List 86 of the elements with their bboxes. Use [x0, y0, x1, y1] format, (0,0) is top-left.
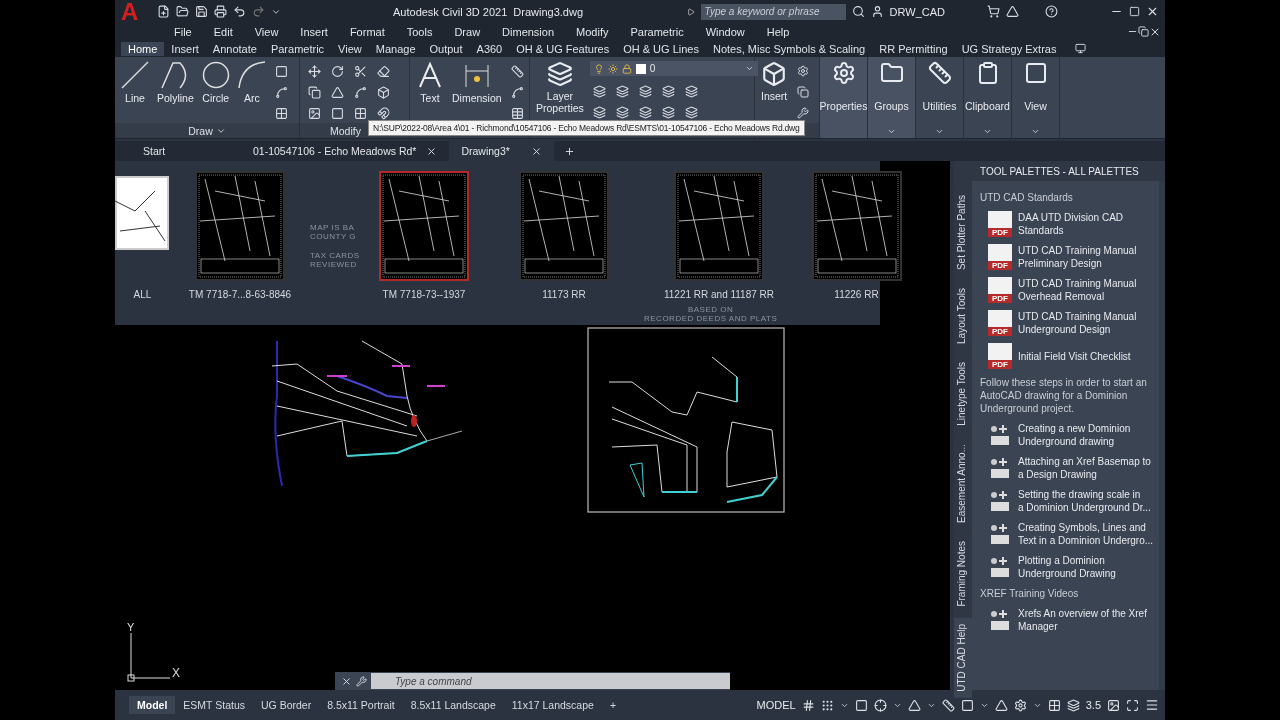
pdf-file-icon: PDF: [988, 244, 1012, 270]
layout-thumbnail-label[interactable]: ALL: [133, 289, 152, 300]
menu-item[interactable]: Tools: [395, 25, 444, 38]
ribbon-panel-button[interactable]: Clipboard: [964, 57, 1012, 138]
layout-thumbnail-label[interactable]: 11226 RR: [834, 289, 879, 300]
menu-item[interactable]: Window: [694, 25, 756, 38]
palette-tab[interactable]: UTD CAD Help: [954, 618, 972, 699]
user-name[interactable]: DRW_CAD: [889, 5, 945, 18]
pdf-file-icon: PDF: [988, 343, 1012, 369]
draw-tool-button[interactable]: Polyline: [155, 61, 196, 104]
menu-item[interactable]: View: [243, 25, 290, 38]
add-layout-tab[interactable]: +: [601, 696, 625, 714]
palette-link[interactable]: Attaching an Xref Basemap to a Design Drawing: [1018, 455, 1151, 481]
ribbon-panel-button[interactable]: Properties: [820, 57, 868, 138]
model-space-toggle[interactable]: MODEL: [756, 699, 796, 711]
layout-thumbnail-label[interactable]: 11221 RR and 11187 RR: [663, 289, 775, 300]
layer-dropdown[interactable]: 0: [589, 61, 758, 76]
palette-note: Follow these steps in order to start an AutoCAD drawing for a Dominion Underground project.: [980, 376, 1148, 415]
layout-thumbnail-label[interactable]: 11173 RR: [542, 289, 586, 300]
draw-tool-button[interactable]: Line: [119, 61, 151, 104]
ribbon-tab[interactable]: Home: [121, 41, 165, 56]
file-tab[interactable]: Drawing3*: [449, 141, 555, 161]
palette-link[interactable]: UTD CAD Training Manual Underground Design: [1018, 310, 1137, 336]
pdf-file-icon: PDF: [988, 277, 1012, 303]
palette-link[interactable]: UTD CAD Training Manual Overhead Removal: [1018, 277, 1137, 303]
app-title: Autodesk Civil 3D 2021: [393, 5, 508, 18]
command-input[interactable]: Type a command: [371, 673, 730, 689]
dimension-button[interactable]: Dimension: [450, 61, 504, 104]
menu-item[interactable]: Format: [338, 25, 396, 38]
palette-link[interactable]: Creating Symbols, Lines and Text in a Dominion Undergro...: [1018, 521, 1154, 547]
ribbon-tab[interactable]: RR Permitting: [872, 41, 955, 56]
drawing-note: BASED ON RECORDED DEEDS AND PLATS: [644, 305, 778, 323]
pdf-file-icon: PDF: [988, 211, 1012, 237]
search-field[interactable]: Type a keyword or phrase: [700, 3, 846, 20]
file-tab[interactable]: 01-10547106 - Echo Meadows Rd*: [241, 141, 450, 161]
insert-button[interactable]: Insert: [759, 61, 790, 102]
file-tab[interactable]: Start: [131, 141, 241, 161]
layout-tab[interactable]: UG Border: [253, 696, 320, 714]
menu-item[interactable]: Parametric: [619, 25, 695, 38]
annotation-scale[interactable]: 3.5: [1085, 699, 1101, 711]
ribbon-tab[interactable]: Notes, Misc Symbols & Scaling: [706, 41, 873, 56]
layout-tab[interactable]: Model: [129, 696, 176, 714]
layout-thumbnail-label[interactable]: TM 7718-73--1937: [382, 289, 466, 300]
layer-properties-button[interactable]: Layer Properties: [534, 61, 586, 114]
ribbon-tab[interactable]: Manage: [368, 41, 423, 56]
menu-item[interactable]: Edit: [202, 25, 244, 38]
menu-item[interactable]: Insert: [289, 25, 339, 38]
menu-item[interactable]: Dimension: [491, 25, 566, 38]
ribbon-tab[interactable]: OH & UG Lines: [616, 41, 706, 56]
text-button[interactable]: Text: [414, 61, 446, 104]
drawing-note: MAP IS BA COUNTY G: [310, 223, 357, 241]
panel-title[interactable]: Draw: [115, 123, 299, 138]
ribbon-tab[interactable]: Parametric: [263, 41, 332, 56]
palette-link[interactable]: Plotting a Dominion Underground Drawing: [1018, 554, 1116, 580]
palette-section-heading: XREF Training Videos: [980, 587, 1080, 600]
draw-tool-button[interactable]: Arc: [235, 61, 268, 104]
palette-link[interactable]: UTD CAD Training Manual Preliminary Design: [1018, 244, 1137, 270]
draw-tool-button[interactable]: Circle: [199, 61, 232, 104]
menu-item[interactable]: Draw: [443, 25, 492, 38]
ribbon-tab[interactable]: View: [331, 41, 369, 56]
pdf-file-icon: PDF: [988, 310, 1012, 336]
menu-item[interactable]: Modify: [565, 25, 620, 38]
drawing-note: TAX CARDS REVIEWED: [310, 251, 360, 269]
layout-tab[interactable]: 8.5x11 Landscape: [402, 696, 504, 714]
layout-tab[interactable]: 8.5x11 Portrait: [319, 696, 403, 714]
palette-link[interactable]: Creating a new Dominion Underground drawing: [1018, 422, 1131, 448]
palette-title: TOOL PALETTES - ALL PALETTES: [954, 161, 1166, 181]
ribbon-tab[interactable]: OH & UG Features: [509, 41, 617, 56]
file-path-tooltip: N:\SUP\2022-08\Area 4\01 - Richmond\10547106 - Echo Meadows Rd\ESMTS\01-10547106 - Echo Meadows Rd.dwg: [368, 120, 805, 136]
ribbon-tab[interactable]: Output: [422, 41, 470, 56]
layout-tab[interactable]: 11x17 Landscape: [503, 696, 602, 714]
ribbon-tab[interactable]: Insert: [164, 41, 206, 56]
palette-section-heading: UTD CAD Standards: [980, 191, 1074, 204]
palette-link[interactable]: Initial Field Visit Checklist: [1018, 349, 1131, 363]
ribbon-panel-button[interactable]: Groups: [868, 57, 916, 138]
palette-link[interactable]: DAA UTD Division CAD Standards: [1018, 211, 1124, 237]
ribbon-tab[interactable]: A360: [469, 41, 510, 56]
menu-item[interactable]: File: [163, 25, 203, 38]
ribbon-tab[interactable]: Annotate: [205, 41, 264, 56]
ribbon-tab[interactable]: UG Strategy Extras: [954, 41, 1064, 56]
menu-item[interactable]: Help: [755, 25, 801, 38]
palette-link[interactable]: Setting the drawing scale in a Dominion Underground Dr...: [1018, 488, 1151, 514]
document-title: Drawing3.dwg: [513, 5, 584, 18]
layout-tab[interactable]: ESMT Status: [175, 696, 253, 714]
layout-thumbnail-label[interactable]: TM 7718-7...8-63-8846: [188, 289, 292, 300]
palette-link[interactable]: Xrefs An overview of the Xref Manager: [1018, 607, 1147, 633]
